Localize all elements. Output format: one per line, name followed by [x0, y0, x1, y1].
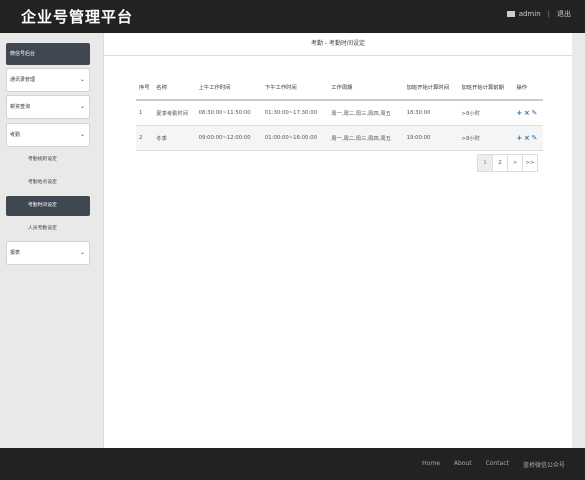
edit-icon[interactable]: ✎: [532, 134, 538, 142]
sidebar-item-label: 考勤规则设定: [28, 157, 57, 162]
app-title: 企业号管理平台: [21, 8, 134, 26]
table-cell: 周一,周二,周三,周四,周五: [328, 100, 404, 126]
page-2-button[interactable]: 2: [492, 154, 508, 172]
footer-link-contact[interactable]: Contact: [486, 460, 509, 469]
row-actions: + × ✎: [513, 100, 543, 126]
add-icon[interactable]: +: [516, 134, 522, 142]
footer: Home About Contact 蓝桥微信公众号: [0, 448, 585, 480]
last-page-button[interactable]: >>: [522, 154, 538, 172]
table-cell: >8小时: [458, 125, 514, 151]
column-header: 操作: [513, 75, 543, 101]
column-header: 名称: [153, 75, 196, 101]
sidebar-group-label: 通讯录管理: [10, 77, 36, 83]
table-cell: 01:30:00~17:30:00: [261, 100, 329, 126]
page-1-button[interactable]: 1: [477, 154, 493, 172]
schedule-table: 序号 名称 上午工作时间 下午工作时间 工作周期 加班开始计算时间 加班开始计算…: [136, 75, 543, 151]
row-actions: + × ✎: [513, 125, 543, 151]
user-menu: admin | 退出: [506, 9, 571, 19]
table-row: 2 冬季 09:00:00~12:00:00 01:00:00~16:00:00…: [136, 125, 543, 151]
table-cell: >8小时: [458, 100, 514, 126]
delete-icon[interactable]: ×: [524, 134, 530, 142]
column-header: 加班开始计算前期: [458, 75, 514, 101]
sidebar-item-staff-attendance[interactable]: 人员考勤设定: [6, 219, 90, 239]
sidebar-item-attendance-time[interactable]: 考勤时间设定: [6, 196, 90, 216]
next-page-button[interactable]: >: [507, 154, 523, 172]
add-icon[interactable]: +: [516, 109, 522, 117]
table-cell: 01:00:00~16:00:00: [261, 125, 329, 151]
table-cell: 09:00:00~12:00:00: [195, 125, 262, 151]
pagination: 1 2 > >>: [477, 154, 538, 172]
column-header: 加班开始计算时间: [403, 75, 459, 101]
sidebar-item-attendance-rules[interactable]: 考勤规则设定: [6, 150, 90, 170]
column-header: 工作周期: [328, 75, 404, 101]
main-panel: 考勤 - 考勤时间设定 序号 名称 上午工作时间 下午工作时间 工作周期 加班开…: [103, 33, 572, 448]
table-header-row: 序号 名称 上午工作时间 下午工作时间 工作周期 加班开始计算时间 加班开始计算…: [136, 75, 543, 101]
sidebar-group-contacts[interactable]: 通讯录管理 ⌄: [6, 68, 90, 92]
divider: |: [547, 10, 550, 18]
table-cell: 18:30:00: [403, 100, 459, 126]
top-navbar: 企业号管理平台 admin | 退出: [0, 0, 585, 33]
chevron-down-icon: ⌄: [79, 103, 85, 110]
sidebar: 微信号后台 通讯录管理 ⌄ 薪资查询 ⌄ 考勤 ⌄ 考勤规则设定 考勤地点设定 …: [6, 43, 90, 265]
column-header: 下午工作时间: [261, 75, 329, 101]
username-link[interactable]: admin: [519, 10, 541, 18]
chevron-down-icon: ⌄: [79, 131, 85, 138]
sidebar-group-label: 考勤: [10, 132, 21, 138]
sidebar-item-label: 人员考勤设定: [28, 226, 57, 231]
table-cell: 夏季考勤时间: [153, 100, 196, 126]
table-cell: 周一,周二,周三,周四,周五: [328, 125, 404, 151]
footer-links: Home About Contact 蓝桥微信公众号: [422, 460, 565, 469]
column-header: 序号: [136, 75, 154, 101]
logout-link[interactable]: 退出: [557, 9, 571, 19]
sidebar-item-label: 考勤时间设定: [28, 203, 57, 208]
sidebar-header[interactable]: 微信号后台: [6, 43, 90, 65]
edit-icon[interactable]: ✎: [532, 109, 538, 117]
sidebar-group-label: 报表: [10, 250, 21, 256]
table-cell: 08:30:00~11:50:00: [195, 100, 262, 126]
footer-link-about[interactable]: About: [454, 460, 472, 469]
sidebar-group-label: 薪资查询: [10, 104, 31, 110]
table-cell: 冬季: [153, 125, 196, 151]
user-icon: [506, 11, 515, 17]
table-cell: 2: [136, 125, 154, 151]
delete-icon[interactable]: ×: [524, 109, 530, 117]
sidebar-group-salary[interactable]: 薪资查询 ⌄: [6, 95, 90, 119]
table-cell: 1: [136, 100, 154, 126]
chevron-down-icon: ⌄: [79, 249, 85, 256]
sidebar-item-label: 考勤地点设定: [28, 180, 57, 185]
table-row: 1 夏季考勤时间 08:30:00~11:50:00 01:30:00~17:3…: [136, 100, 543, 126]
sidebar-group-attendance[interactable]: 考勤 ⌄: [6, 123, 90, 147]
column-header: 上午工作时间: [195, 75, 262, 101]
sidebar-item-attendance-location[interactable]: 考勤地点设定: [6, 173, 90, 193]
footer-link-company[interactable]: 蓝桥微信公众号: [523, 460, 565, 469]
chevron-down-icon: ⌄: [79, 76, 85, 83]
page-title: 考勤 - 考勤时间设定: [104, 33, 572, 56]
footer-link-home[interactable]: Home: [422, 460, 440, 469]
sidebar-group-reports[interactable]: 报表 ⌄: [6, 241, 90, 265]
table-cell: 19:00:00: [403, 125, 459, 151]
